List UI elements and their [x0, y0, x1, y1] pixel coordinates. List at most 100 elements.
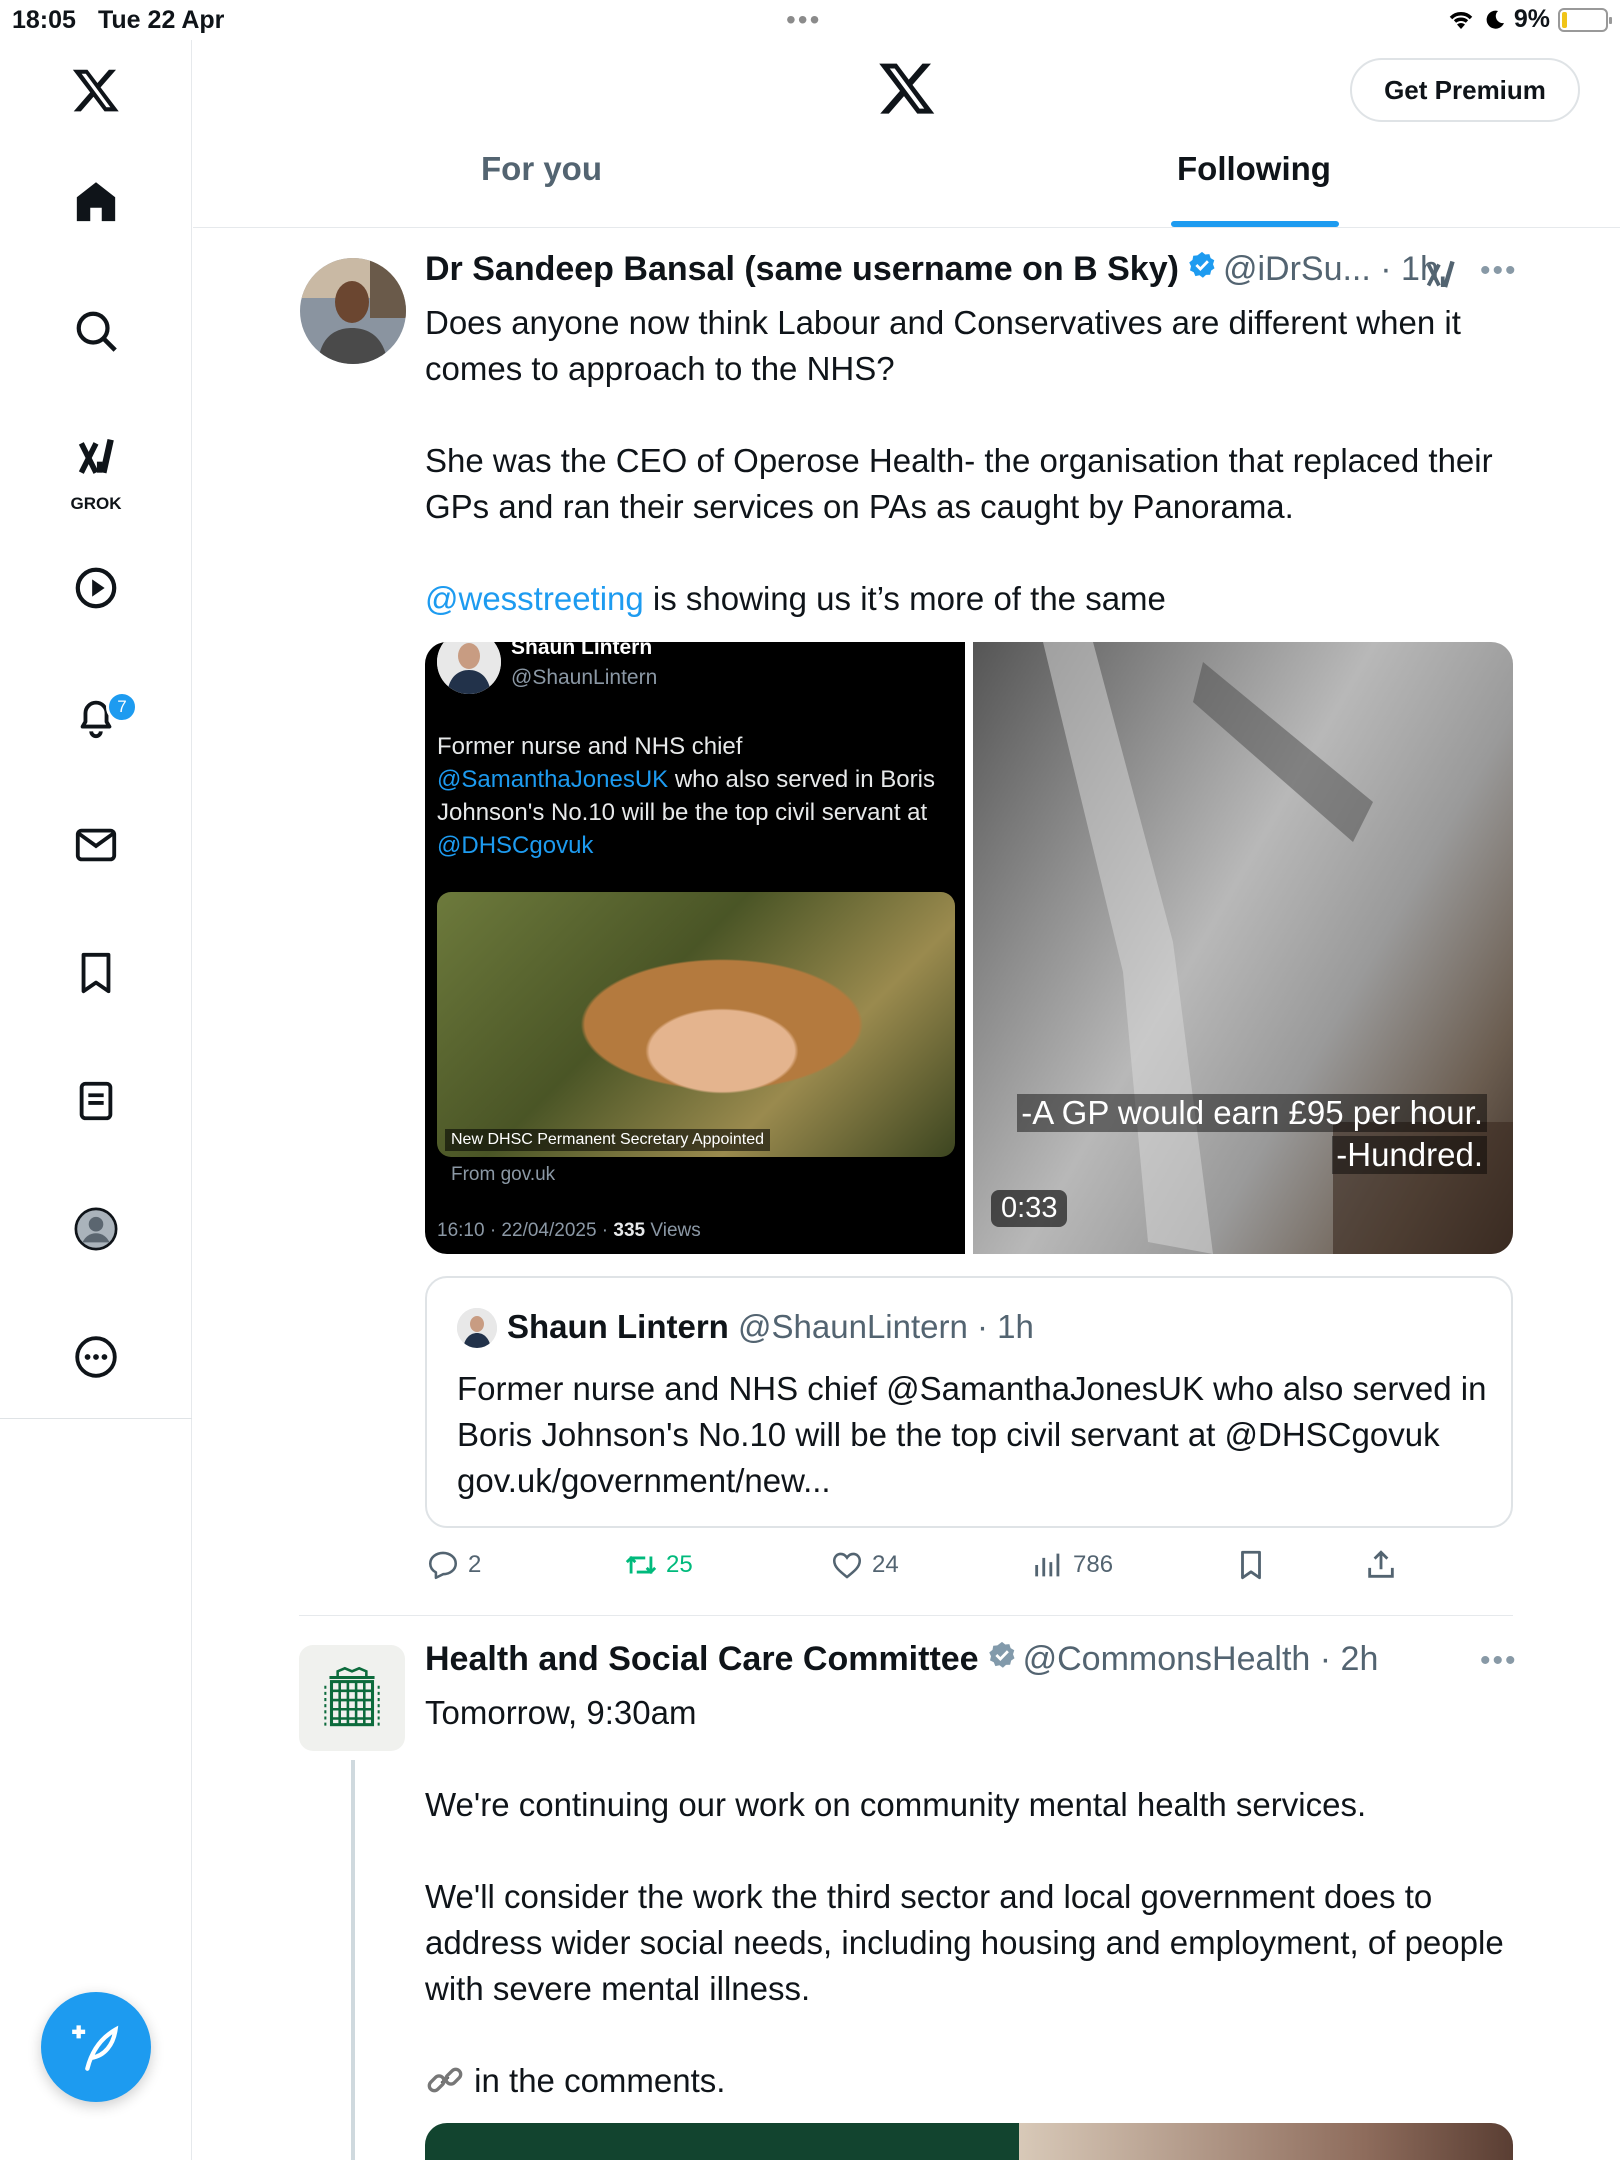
author-handle-time[interactable]: @iDrSu... · 1h — [1223, 250, 1439, 289]
video-subtitle-line: -A GP would earn £95 per hour. — [1017, 1094, 1487, 1132]
sidebar: GROK 7 — [0, 40, 192, 2160]
quoted-tweet-card[interactable]: Shaun Lintern @ShaunLintern · 1h Former … — [425, 1276, 1513, 1528]
tweet-paragraph: She was the CEO of Operose Health- the o… — [425, 442, 1493, 525]
views-count: 786 — [1073, 1551, 1114, 1578]
repost-icon — [625, 1555, 657, 1575]
status-bar: 18:05 Tue 22 Apr ••• 9% — [0, 0, 1620, 40]
tab-following[interactable]: Following — [1177, 150, 1331, 188]
tweet-paragraph: in the comments. — [425, 2058, 1515, 2104]
tweet-paragraph: @wesstreeting is showing us it’s more of… — [425, 576, 1515, 622]
lists-icon[interactable] — [56, 1061, 136, 1141]
search-icon[interactable] — [56, 291, 136, 371]
reply-icon — [428, 1551, 458, 1580]
government-verified-badge-icon — [988, 1641, 1015, 1668]
embedded-stats: 16:10 · 22/04/2025 · 335 Views — [437, 1220, 701, 1242]
author-avatar[interactable] — [300, 258, 406, 364]
like-count: 24 — [872, 1551, 899, 1578]
moon-icon — [1486, 10, 1504, 29]
notification-badge: 7 — [106, 691, 138, 723]
video-duration: 0:33 — [991, 1190, 1068, 1227]
heart-icon — [832, 1552, 862, 1579]
media-tile — [1019, 2123, 1513, 2160]
mention-link[interactable]: @wesstreeting — [425, 580, 644, 617]
embedded-avatar — [437, 642, 501, 694]
get-premium-button[interactable]: Get Premium — [1350, 58, 1580, 122]
notifications-nav[interactable]: 7 — [56, 677, 138, 757]
compose-post-button[interactable] — [41, 1992, 151, 2102]
embedded-mention: @DHSCgovuk — [437, 832, 594, 859]
quoted-author-avatar — [457, 1308, 497, 1348]
bookmarks-icon[interactable] — [56, 933, 136, 1013]
committee-avatar[interactable] — [299, 1645, 405, 1751]
tweet-header: Dr Sandeep Bansal (same username on B Sk… — [425, 250, 1439, 289]
tweet-paragraph: Does anyone now think Labour and Conserv… — [425, 304, 1461, 387]
embedded-timestamp: 16:10 · 22/04/2025 · — [437, 1220, 614, 1241]
media-screenshot[interactable]: Shaun Lintern @ShaunLintern Former nurse… — [425, 642, 965, 1254]
quoted-header: Shaun Lintern @ShaunLintern · 1h — [507, 1308, 1034, 1346]
media-video[interactable]: -A GP would earn £95 per hour. -Hundred.… — [973, 642, 1513, 1254]
share-button[interactable] — [1364, 1548, 1398, 1582]
tweet-text: is showing us it’s more of the same — [643, 580, 1166, 617]
bookmark-icon — [1241, 1550, 1261, 1580]
embedded-views-label: Views — [645, 1220, 701, 1241]
tweet-paragraph: We're continuing our work on community m… — [425, 1786, 1367, 1823]
tweet-paragraph: We'll consider the work the third sector… — [425, 1878, 1504, 2007]
author-name[interactable]: Health and Social Care Committee — [425, 1640, 979, 1679]
link-emoji-icon — [427, 2067, 463, 2093]
video-subtitle-line: -Hundred. — [1332, 1136, 1487, 1174]
reply-count: 2 — [468, 1551, 482, 1578]
reply-button[interactable]: 2 — [426, 1548, 481, 1582]
share-icon — [1368, 1550, 1394, 1578]
like-button[interactable]: 24 — [830, 1548, 899, 1582]
header-divider — [193, 227, 1620, 228]
grok-nav[interactable]: GROK — [56, 420, 136, 520]
status-time: 18:05 — [12, 6, 76, 34]
tweet-divider — [299, 1615, 1513, 1616]
repost-count: 25 — [666, 1551, 693, 1578]
views-button[interactable]: 786 — [1031, 1548, 1113, 1582]
photo-caption: New DHSC Permanent Secretary Appointed — [445, 1129, 771, 1151]
status-date: Tue 22 Apr — [98, 6, 225, 34]
more-options-icon[interactable] — [56, 1317, 136, 1397]
messages-icon[interactable] — [56, 805, 136, 885]
tweet-paragraph: Tomorrow, 9:30am — [425, 1694, 697, 1731]
battery-icon — [1558, 7, 1612, 32]
x-header-logo-icon[interactable] — [877, 58, 937, 118]
embedded-author-name: Shaun Lintern — [511, 642, 653, 659]
repost-button[interactable]: 25 — [624, 1548, 693, 1582]
embedded-tweet-text: Former nurse and NHS chief @SamanthaJone… — [437, 730, 957, 862]
wifi-icon — [1449, 11, 1473, 29]
compose-feather-icon — [72, 2025, 119, 2071]
tweet-header: Health and Social Care Committee @Common… — [425, 1640, 1378, 1679]
embedded-photo: New DHSC Permanent Secretary Appointed — [437, 892, 955, 1157]
home-icon[interactable] — [56, 162, 136, 242]
tweet2-media-preview[interactable] — [425, 2123, 1513, 2160]
sidebar-divider — [0, 1418, 192, 1419]
views-chart-icon — [1035, 1553, 1060, 1577]
quoted-tweet-text: Former nurse and NHS chief @SamanthaJone… — [457, 1370, 1487, 1499]
thread-connector — [351, 1760, 355, 2160]
tweet-text: in the comments. — [465, 2062, 726, 2099]
tab-for-you[interactable]: For you — [481, 150, 602, 188]
portcullis-logo-icon — [324, 1666, 380, 1729]
bookmark-button[interactable] — [1234, 1548, 1268, 1582]
embedded-author-handle: @ShaunLintern — [511, 666, 658, 689]
grok-label: GROK — [70, 494, 122, 513]
battery-percent: 9% — [1513, 5, 1550, 33]
x-logo-icon[interactable] — [56, 50, 136, 130]
embedded-mention: @SamanthaJonesUK — [437, 766, 669, 793]
multitasking-dots-icon[interactable]: ••• — [786, 4, 821, 36]
author-handle-time[interactable]: @CommonsHealth · 2h — [1023, 1640, 1379, 1679]
author-name[interactable]: Dr Sandeep Bansal (same username on B Sk… — [425, 250, 1179, 289]
tweet-body: Tomorrow, 9:30am We're continuing our wo… — [425, 1690, 1515, 2104]
profile-avatar-icon[interactable] — [56, 1189, 136, 1269]
link-source: From gov.uk — [451, 1164, 556, 1185]
verified-badge-icon — [1189, 251, 1215, 278]
grok-explain-icon[interactable] — [1424, 256, 1460, 294]
embedded-text: Former nurse and NHS chief — [437, 733, 743, 760]
tweet-more-icon[interactable]: ••• — [1480, 1644, 1518, 1678]
video-play-icon[interactable] — [56, 548, 136, 628]
tweet-more-icon[interactable]: ••• — [1480, 254, 1518, 288]
grok-icon — [78, 438, 114, 474]
quoted-author-handle-time: @ShaunLintern · 1h — [738, 1308, 1034, 1345]
